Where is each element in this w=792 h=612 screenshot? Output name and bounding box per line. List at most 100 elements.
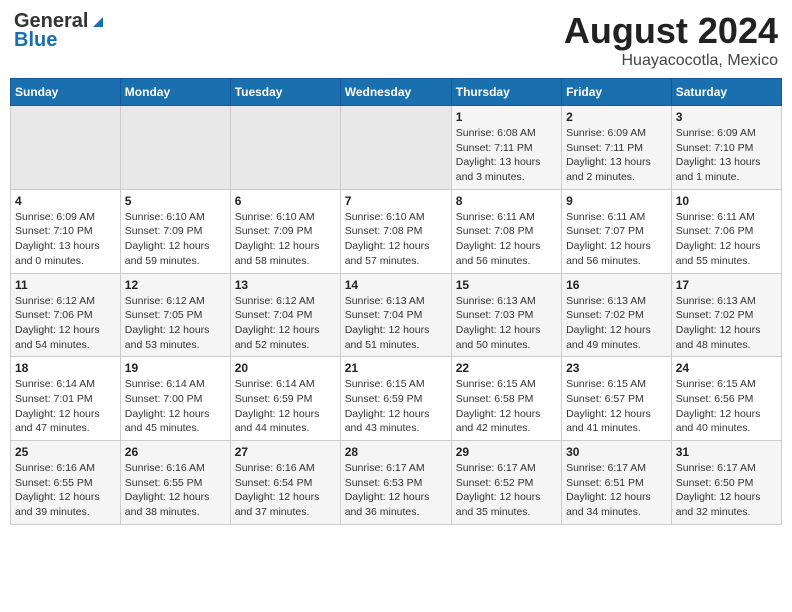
- logo-blue-text: Blue: [14, 29, 57, 52]
- day-number: 3: [676, 110, 777, 124]
- calendar-cell: 25 Sunrise: 6:16 AMSunset: 6:55 PMDayligh…: [11, 441, 121, 525]
- calendar-cell: 11 Sunrise: 6:12 AMSunset: 7:06 PMDayligh…: [11, 273, 121, 357]
- calendar-cell: 10Sunrise: 6:11 AMSunset: 7:06 PMDayligh…: [671, 189, 781, 273]
- day-number: 14: [345, 278, 447, 292]
- calendar-cell: 15 Sunrise: 6:13 AMSunset: 7:03 PMDayligh…: [451, 273, 561, 357]
- title-section: August 2024 Huayacocotla, Mexico: [564, 10, 778, 70]
- day-info: Sunrise: 6:14 AMSunset: 7:00 PMDaylight:…: [125, 377, 226, 436]
- weekday-header: Friday: [562, 79, 672, 106]
- day-number: 18: [15, 361, 116, 375]
- day-number: 6: [235, 194, 336, 208]
- calendar-cell: 28 Sunrise: 6:17 AMSunset: 6:53 PMDayligh…: [340, 441, 451, 525]
- day-info: Sunrise: 6:16 AMSunset: 6:54 PMDaylight:…: [235, 461, 336, 520]
- day-number: 7: [345, 194, 447, 208]
- calendar-cell: [340, 106, 451, 190]
- day-number: 2: [566, 110, 667, 124]
- calendar-cell: [11, 106, 121, 190]
- day-info: Sunrise: 6:15 AMSunset: 6:58 PMDaylight:…: [456, 377, 557, 436]
- calendar-cell: 19 Sunrise: 6:14 AMSunset: 7:00 PMDayligh…: [120, 357, 230, 441]
- day-number: 24: [676, 361, 777, 375]
- calendar-cell: 7 Sunrise: 6:10 AMSunset: 7:08 PMDaylight…: [340, 189, 451, 273]
- calendar-cell: 2 Sunrise: 6:09 AMSunset: 7:11 PMDaylight…: [562, 106, 672, 190]
- logo: General Blue: [14, 10, 107, 52]
- day-number: 25: [15, 445, 116, 459]
- weekday-header: Wednesday: [340, 79, 451, 106]
- weekday-header: Saturday: [671, 79, 781, 106]
- day-info: Sunrise: 6:12 AMSunset: 7:05 PMDaylight:…: [125, 294, 226, 353]
- day-number: 11: [15, 278, 116, 292]
- day-number: 20: [235, 361, 336, 375]
- calendar-cell: 1 Sunrise: 6:08 AMSunset: 7:11 PMDaylight…: [451, 106, 561, 190]
- day-info: Sunrise: 6:09 AMSunset: 7:11 PMDaylight:…: [566, 126, 667, 185]
- day-info: Sunrise: 6:15 AMSunset: 6:57 PMDaylight:…: [566, 377, 667, 436]
- page-subtitle: Huayacocotla, Mexico: [564, 52, 778, 70]
- page-title: August 2024: [564, 10, 778, 52]
- weekday-header: Monday: [120, 79, 230, 106]
- day-number: 8: [456, 194, 557, 208]
- day-number: 10: [676, 194, 777, 208]
- day-info: Sunrise: 6:10 AMSunset: 7:09 PMDaylight:…: [125, 210, 226, 269]
- day-info: Sunrise: 6:14 AMSunset: 6:59 PMDaylight:…: [235, 377, 336, 436]
- day-number: 19: [125, 361, 226, 375]
- day-number: 23: [566, 361, 667, 375]
- day-number: 27: [235, 445, 336, 459]
- calendar-week-row: 25 Sunrise: 6:16 AMSunset: 6:55 PMDayligh…: [11, 441, 782, 525]
- calendar-cell: 16 Sunrise: 6:13 AMSunset: 7:02 PMDayligh…: [562, 273, 672, 357]
- calendar-week-row: 11 Sunrise: 6:12 AMSunset: 7:06 PMDayligh…: [11, 273, 782, 357]
- day-info: Sunrise: 6:13 AMSunset: 7:02 PMDaylight:…: [566, 294, 667, 353]
- calendar-cell: 13Sunrise: 6:12 AMSunset: 7:04 PMDayligh…: [230, 273, 340, 357]
- day-info: Sunrise: 6:11 AMSunset: 7:08 PMDaylight:…: [456, 210, 557, 269]
- day-info: Sunrise: 6:09 AMSunset: 7:10 PMDaylight:…: [676, 126, 777, 185]
- day-number: 21: [345, 361, 447, 375]
- day-info: Sunrise: 6:16 AMSunset: 6:55 PMDaylight:…: [15, 461, 116, 520]
- calendar-cell: [120, 106, 230, 190]
- day-number: 28: [345, 445, 447, 459]
- calendar-cell: 22 Sunrise: 6:15 AMSunset: 6:58 PMDayligh…: [451, 357, 561, 441]
- page-header: General Blue August 2024 Huayacocotla, M…: [10, 10, 782, 70]
- calendar-table: SundayMondayTuesdayWednesdayThursdayFrid…: [10, 78, 782, 525]
- day-info: Sunrise: 6:08 AMSunset: 7:11 PMDaylight:…: [456, 126, 557, 185]
- day-info: Sunrise: 6:13 AMSunset: 7:03 PMDaylight:…: [456, 294, 557, 353]
- day-info: Sunrise: 6:13 AMSunset: 7:04 PMDaylight:…: [345, 294, 447, 353]
- day-number: 22: [456, 361, 557, 375]
- day-number: 1: [456, 110, 557, 124]
- day-info: Sunrise: 6:09 AMSunset: 7:10 PMDaylight:…: [15, 210, 116, 269]
- calendar-cell: 27 Sunrise: 6:16 AMSunset: 6:54 PMDayligh…: [230, 441, 340, 525]
- calendar-cell: 12 Sunrise: 6:12 AMSunset: 7:05 PMDayligh…: [120, 273, 230, 357]
- calendar-cell: 24 Sunrise: 6:15 AMSunset: 6:56 PMDayligh…: [671, 357, 781, 441]
- weekday-header: Tuesday: [230, 79, 340, 106]
- day-number: 29: [456, 445, 557, 459]
- day-number: 26: [125, 445, 226, 459]
- day-info: Sunrise: 6:14 AMSunset: 7:01 PMDaylight:…: [15, 377, 116, 436]
- day-info: Sunrise: 6:13 AMSunset: 7:02 PMDaylight:…: [676, 294, 777, 353]
- day-info: Sunrise: 6:17 AMSunset: 6:51 PMDaylight:…: [566, 461, 667, 520]
- calendar-cell: 18 Sunrise: 6:14 AMSunset: 7:01 PMDayligh…: [11, 357, 121, 441]
- calendar-cell: 29 Sunrise: 6:17 AMSunset: 6:52 PMDayligh…: [451, 441, 561, 525]
- calendar-cell: 20 Sunrise: 6:14 AMSunset: 6:59 PMDayligh…: [230, 357, 340, 441]
- day-number: 17: [676, 278, 777, 292]
- calendar-cell: 26 Sunrise: 6:16 AMSunset: 6:55 PMDayligh…: [120, 441, 230, 525]
- day-info: Sunrise: 6:10 AMSunset: 7:08 PMDaylight:…: [345, 210, 447, 269]
- day-number: 12: [125, 278, 226, 292]
- day-info: Sunrise: 6:17 AMSunset: 6:50 PMDaylight:…: [676, 461, 777, 520]
- day-info: Sunrise: 6:15 AMSunset: 6:56 PMDaylight:…: [676, 377, 777, 436]
- day-number: 16: [566, 278, 667, 292]
- day-info: Sunrise: 6:17 AMSunset: 6:53 PMDaylight:…: [345, 461, 447, 520]
- day-info: Sunrise: 6:12 AMSunset: 7:06 PMDaylight:…: [15, 294, 116, 353]
- weekday-header: Thursday: [451, 79, 561, 106]
- day-number: 30: [566, 445, 667, 459]
- calendar-cell: 14 Sunrise: 6:13 AMSunset: 7:04 PMDayligh…: [340, 273, 451, 357]
- calendar-cell: 23 Sunrise: 6:15 AMSunset: 6:57 PMDayligh…: [562, 357, 672, 441]
- calendar-cell: 30 Sunrise: 6:17 AMSunset: 6:51 PMDayligh…: [562, 441, 672, 525]
- day-info: Sunrise: 6:17 AMSunset: 6:52 PMDaylight:…: [456, 461, 557, 520]
- day-number: 13: [235, 278, 336, 292]
- calendar-cell: 6Sunrise: 6:10 AMSunset: 7:09 PMDaylight…: [230, 189, 340, 273]
- calendar-cell: 31Sunrise: 6:17 AMSunset: 6:50 PMDayligh…: [671, 441, 781, 525]
- day-number: 15: [456, 278, 557, 292]
- calendar-header-row: SundayMondayTuesdayWednesdayThursdayFrid…: [11, 79, 782, 106]
- weekday-header: Sunday: [11, 79, 121, 106]
- day-info: Sunrise: 6:15 AMSunset: 6:59 PMDaylight:…: [345, 377, 447, 436]
- day-info: Sunrise: 6:11 AMSunset: 7:07 PMDaylight:…: [566, 210, 667, 269]
- calendar-cell: 5Sunrise: 6:10 AMSunset: 7:09 PMDaylight…: [120, 189, 230, 273]
- day-info: Sunrise: 6:16 AMSunset: 6:55 PMDaylight:…: [125, 461, 226, 520]
